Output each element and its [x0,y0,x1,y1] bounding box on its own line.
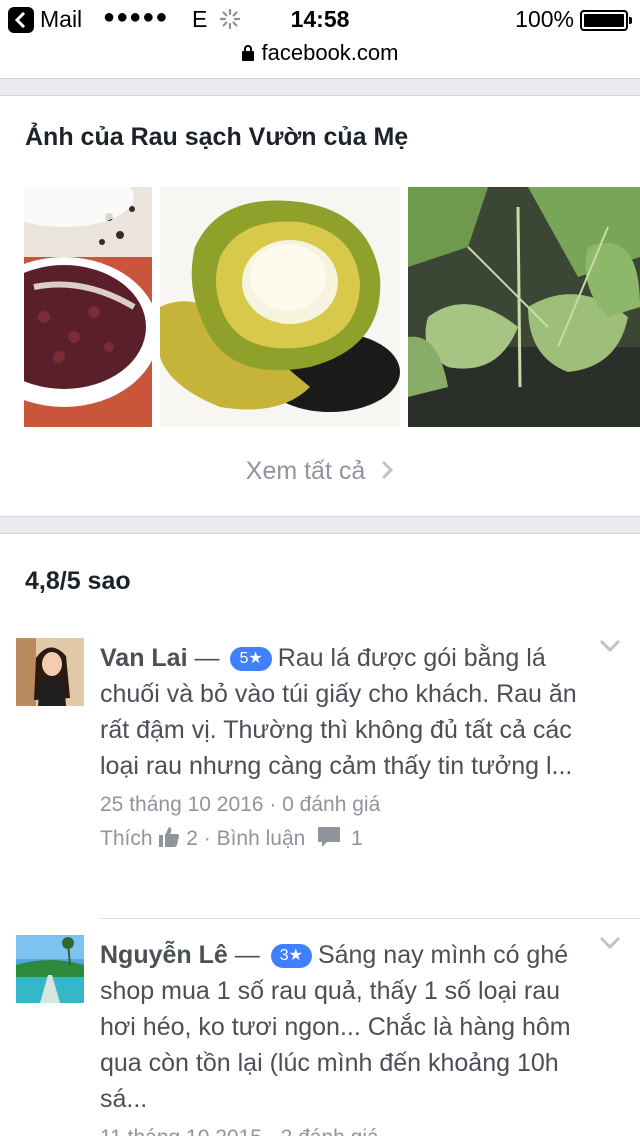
comment-icon [318,827,341,848]
review-actions: Thích 2 · Bình luận 1 [100,822,590,856]
review-meta: 25 tháng 10 2016 · 0 đánh giá [100,788,590,822]
comment-button[interactable]: Bình luận [217,827,306,850]
star-rating-badge: 3★ [270,944,312,968]
address-bar[interactable]: facebook.com [0,40,640,78]
like-count: 2 [186,827,198,850]
url-domain: facebook.com [261,40,399,65]
status-bar: Mail ●●●●● E 14:58 100% [0,0,640,40]
review-rating-count[interactable]: 0 đánh giá [282,793,380,816]
review-rating-count[interactable]: 2 đánh giá [281,1126,379,1136]
like-button[interactable]: Thích [100,827,153,850]
meta-separator: · [262,1126,281,1136]
rating-summary: 4,8/5 sao [25,567,131,595]
review-author[interactable]: Van Lai [100,644,188,672]
avatar[interactable] [16,638,84,706]
section-divider [0,516,640,534]
chevron-right-icon [382,461,394,480]
star-rating-badge: 5★ [230,647,272,671]
see-all-photos-link[interactable]: Xem tất cả [0,457,640,486]
battery-percentage: 100% [515,6,574,32]
see-all-label: Xem tất cả [245,457,366,485]
battery-icon [580,10,632,31]
thumbs-up-icon [159,827,180,848]
section-divider [0,78,640,96]
meta-separator: · [263,793,283,816]
review-date[interactable]: 25 tháng 10 2016 [100,793,264,816]
review-content: Nguyễn Lê — 3★ Sáng nay mình có ghé shop … [100,937,590,1136]
author-dash: — [187,644,227,672]
photo-thumbnail[interactable] [408,187,640,427]
chevron-down-icon[interactable] [598,638,622,654]
photo-thumbnail[interactable] [24,187,152,427]
review-author[interactable]: Nguyễn Lê [100,941,228,969]
review-date[interactable]: 11 tháng 10 2015 [100,1126,262,1136]
photos-section-title: Ảnh của Rau sạch Vườn của Mẹ [25,123,409,151]
photo-thumbnail[interactable] [160,187,400,427]
review-meta: 11 tháng 10 2015 · 2 đánh giá [100,1121,590,1136]
chevron-down-icon[interactable] [598,935,622,951]
lock-icon [241,45,254,61]
comment-count: 1 [351,827,363,850]
avatar[interactable] [16,935,84,1003]
review-content: Van Lai — 5★ Rau lá được gói bằng lá chuố… [100,640,590,856]
review-divider [100,918,640,919]
action-separator: · [197,827,217,850]
author-dash: — [227,941,267,969]
